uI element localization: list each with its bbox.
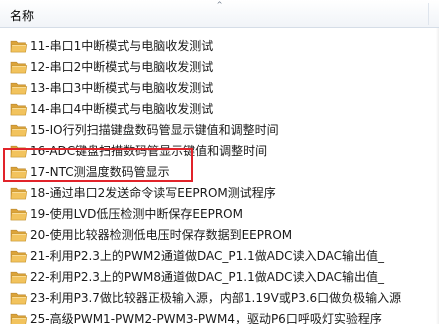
folder-icon [10,206,28,222]
file-list: 11-串口1中断模式与电脑收发测试 12-串口2中断模式与电脑收发测试 13-串… [0,36,439,324]
list-item[interactable]: 17-NTC测温度数码管显示 [0,162,439,183]
list-item[interactable]: 16-ADC键盘扫描数码管显示键值和调整时间 [0,141,439,162]
list-item[interactable]: 22-利用P2.3上的PWM8通道做DAC_P1.1做ADC读入DAC输出值_ [0,267,439,288]
file-name-label: 19-使用LVD低压检测中断保存EEPROM [30,207,243,221]
file-name-label: 22-利用P2.3上的PWM8通道做DAC_P1.1做ADC读入DAC输出值_ [30,270,384,284]
list-item[interactable]: 23-利用P3.7做比较器正极输入源，内部1.19V或P3.6口做负极输入源 [0,288,439,309]
file-name-label: 14-串口4中断模式与电脑收发测试 [30,102,214,116]
column-header[interactable]: ^ 名称 [0,0,439,28]
list-item[interactable]: 13-串口3中断模式与电脑收发测试 [0,78,439,99]
list-item[interactable]: 15-IO行列扫描键盘数码管显示键值和调整时间 [0,120,439,141]
folder-icon [10,80,28,96]
file-name-label: 16-ADC键盘扫描数码管显示键值和调整时间 [30,144,268,158]
file-name-label: 17-NTC测温度数码管显示 [30,165,170,179]
folder-icon [10,290,28,306]
list-item[interactable]: 18-通过串口2发送命令读写EEPROM测试程序 [0,183,439,204]
file-name-label: 23-利用P3.7做比较器正极输入源，内部1.19V或P3.6口做负极输入源 [30,291,402,305]
folder-icon [10,311,28,324]
list-item[interactable]: 12-串口2中断模式与电脑收发测试 [0,57,439,78]
list-item[interactable]: 11-串口1中断模式与电脑收发测试 [0,36,439,57]
folder-icon [10,185,28,201]
file-name-label: 21-利用P2.3上的PWM2通道做DAC_P1.1做ADC读入DAC输出值_ [30,249,384,263]
file-name-label: 11-串口1中断模式与电脑收发测试 [30,39,214,53]
folder-icon [10,59,28,75]
list-item[interactable]: 21-利用P2.3上的PWM2通道做DAC_P1.1做ADC读入DAC输出值_ [0,246,439,267]
file-name-label: 18-通过串口2发送命令读写EEPROM测试程序 [30,186,276,200]
folder-icon [10,101,28,117]
column-separator[interactable] [428,3,429,25]
file-name-label: 12-串口2中断模式与电脑收发测试 [30,60,214,74]
folder-icon [10,38,28,54]
sort-indicator-icon: ^ [216,1,223,9]
folder-icon [10,164,28,180]
folder-icon [10,248,28,264]
file-name-label: 15-IO行列扫描键盘数码管显示键值和调整时间 [30,123,279,137]
file-name-label: 13-串口3中断模式与电脑收发测试 [30,81,214,95]
list-item[interactable]: 20-使用比较器检测低电压时保存数据到EEPROM [0,225,439,246]
file-name-label: 25-高级PWM1-PWM2-PWM3-PWM4，驱动P6口呼吸灯实验程序 [30,312,382,324]
folder-icon [10,227,28,243]
list-item[interactable]: 14-串口4中断模式与电脑收发测试 [0,99,439,120]
file-explorer-window: ^ 名称 11-串口1中断模式与电脑收发测试 12-串口2中断模式与电脑收发测试… [0,0,439,324]
column-header-name[interactable]: 名称 [10,8,34,24]
folder-icon [10,143,28,159]
list-item[interactable]: 19-使用LVD低压检测中断保存EEPROM [0,204,439,225]
list-item[interactable]: 25-高级PWM1-PWM2-PWM3-PWM4，驱动P6口呼吸灯实验程序 [0,309,439,324]
file-name-label: 20-使用比较器检测低电压时保存数据到EEPROM [30,228,293,242]
folder-icon [10,122,28,138]
folder-icon [10,269,28,285]
